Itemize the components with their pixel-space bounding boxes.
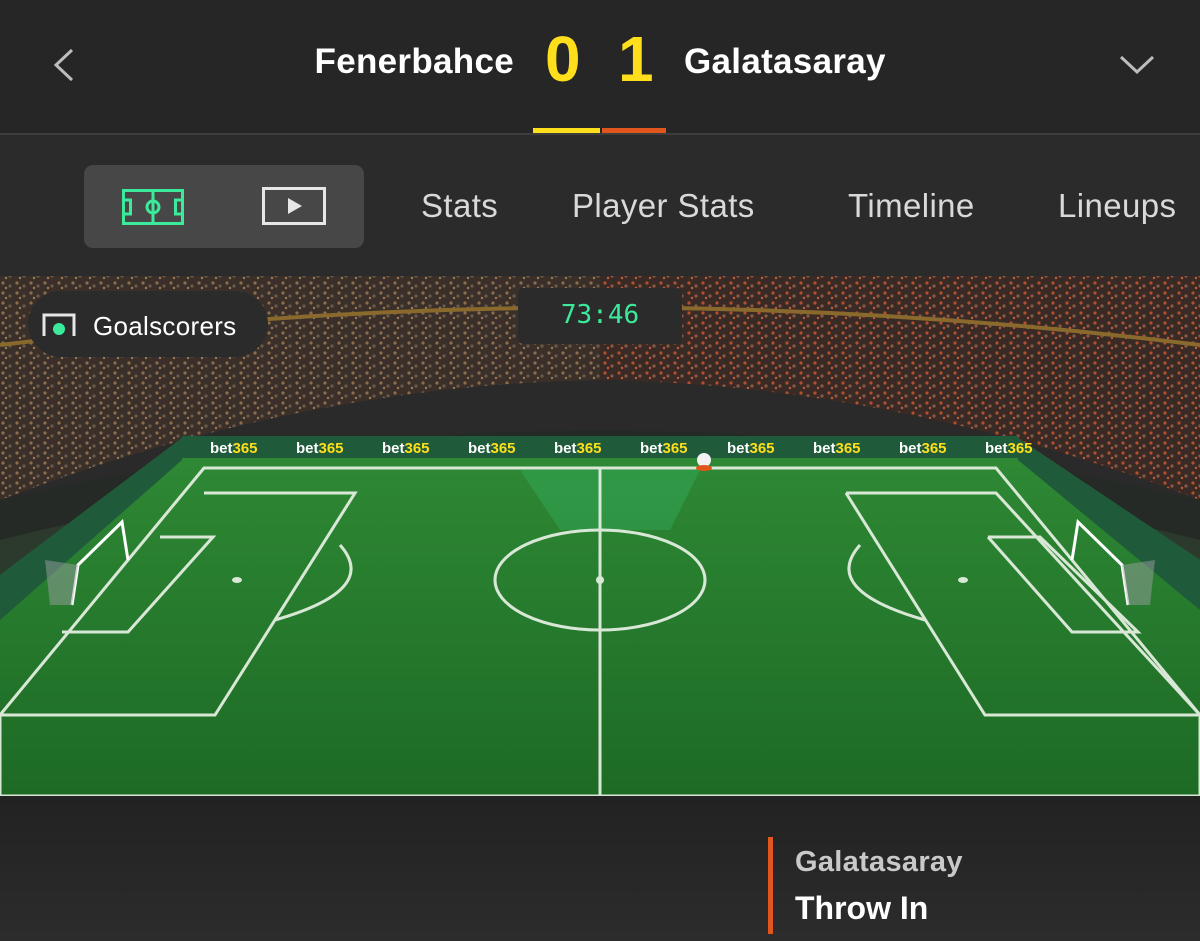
away-score: 1 [618, 23, 654, 95]
match-header: Fenerbahce 0 1 Galatasaray [0, 0, 1200, 134]
home-score: 0 [545, 23, 581, 95]
svg-text:bet365: bet365 [813, 440, 861, 457]
tab-lineups[interactable]: Lineups [1058, 187, 1176, 225]
event-team-name: Galatasaray [795, 846, 963, 878]
play-video-icon [262, 187, 326, 225]
match-clock-time: 73:46 [560, 300, 640, 330]
svg-text:bet365: bet365 [210, 440, 258, 457]
svg-text:bet365: bet365 [554, 440, 602, 457]
match-clock: 73:46 [518, 288, 682, 344]
chevron-left-icon [53, 48, 74, 82]
svg-text:bet365: bet365 [640, 440, 688, 457]
goalscorers-button[interactable]: Goalscorers [28, 291, 268, 357]
goalscorers-label: Goalscorers [93, 311, 237, 341]
goal-icon [42, 313, 76, 336]
event-team-color-bar [768, 837, 773, 934]
back-button[interactable] [44, 40, 84, 90]
pitch-icon [122, 189, 184, 225]
svg-text:bet365: bet365 [985, 440, 1033, 457]
event-panel: Galatasaray Throw In [0, 796, 1200, 941]
pitch-view-button[interactable] [122, 189, 184, 225]
home-team-name: Fenerbahce [314, 42, 514, 81]
svg-text:bet365: bet365 [382, 440, 430, 457]
tab-timeline[interactable]: Timeline [848, 187, 975, 225]
tab-stats[interactable]: Stats [421, 187, 498, 225]
chevron-down-icon [1119, 55, 1155, 75]
event-type: Throw In [795, 890, 929, 926]
tab-player-stats[interactable]: Player Stats [572, 187, 755, 225]
expand-button[interactable] [1112, 40, 1162, 90]
svg-text:bet365: bet365 [296, 440, 344, 457]
svg-text:bet365: bet365 [727, 440, 775, 457]
away-team-name: Galatasaray [684, 42, 886, 81]
svg-text:bet365: bet365 [468, 440, 516, 457]
tab-bar: Stats Player Stats Timeline Lineups [0, 135, 1200, 275]
video-view-button[interactable] [262, 187, 326, 225]
view-toggle [84, 165, 364, 248]
svg-text:bet365: bet365 [899, 440, 947, 457]
